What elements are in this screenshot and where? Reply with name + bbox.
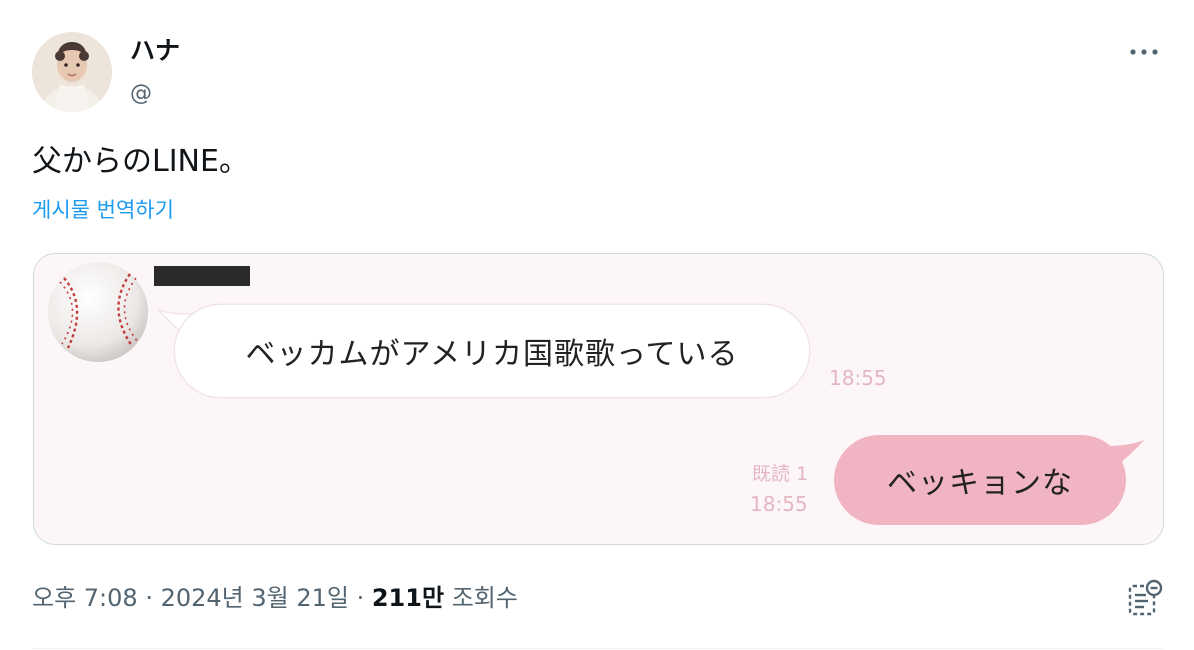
tweet-date[interactable]: 2024년 3월 21일 (161, 584, 349, 612)
baseball-avatar-icon (48, 262, 148, 362)
author-handle[interactable]: @ (130, 80, 152, 108)
tweet-time[interactable]: 오후 7:08 (32, 584, 138, 612)
redacted-sender-name (154, 266, 250, 286)
author-display-name[interactable]: ハナ (130, 36, 180, 66)
bottom-divider (32, 648, 1163, 649)
more-options-button[interactable] (1122, 38, 1166, 66)
bookmark-stats-icon (1128, 579, 1163, 616)
meta-separator: · (348, 584, 372, 612)
incoming-message-text: ベッカムがアメリカ国歌歌っている (245, 337, 739, 372)
incoming-message-time: 18:55 (829, 366, 887, 390)
outgoing-message-time: 18:55 (750, 492, 808, 516)
tweet-detail: ハナ @ 父からのLINE。 게시물 번역하기 ベッカムがアメリカ国歌歌っている… (0, 0, 1194, 650)
tweet-text: 父からのLINE。 (32, 144, 249, 179)
tweet-media-image[interactable]: ベッカムがアメリカ国歌歌っている 18:55 既読 1 18:55 ベッキョンな (33, 253, 1164, 545)
author-avatar[interactable] (32, 32, 112, 112)
read-receipt: 既読 1 (752, 463, 809, 485)
views-count: 211만 (371, 584, 445, 612)
outgoing-message-text: ベッキョンな (887, 466, 1073, 501)
translate-post-link[interactable]: 게시물 번역하기 (32, 196, 174, 224)
view-analytics-button[interactable] (1124, 578, 1166, 620)
avatar-image (32, 32, 112, 112)
more-horizontal-icon (1130, 49, 1158, 55)
views-label: 조회수 (451, 584, 518, 612)
meta-separator: · (137, 584, 161, 612)
tweet-meta: 오후 7:08 · 2024년 3월 21일 · 211만 조회수 (32, 581, 518, 615)
